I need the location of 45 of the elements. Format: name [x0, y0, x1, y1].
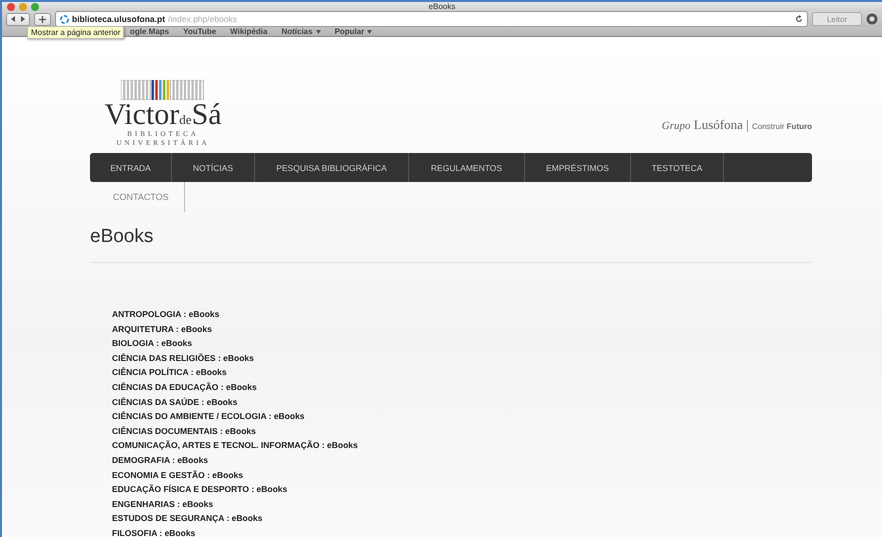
site-icon	[60, 14, 69, 24]
back-forward-button[interactable]	[6, 12, 30, 26]
category-link[interactable]: ARQUITETURA : eBooks	[112, 322, 212, 336]
address-field[interactable]: biblioteca.ulusofona.pt /index.php/ebooks	[55, 11, 808, 27]
back-forward-icon	[11, 16, 25, 22]
category-link[interactable]: CIÊNCIA POLÍTICA : eBooks	[112, 365, 227, 380]
address-path: /index.php/ebooks	[168, 14, 238, 24]
nav-link[interactable]: REGULAMENTOS	[409, 153, 525, 182]
category-link[interactable]: CIÊNCIAS DA SAÚDE : eBooks	[112, 394, 238, 410]
category-link[interactable]: BIOLOGIA : eBooks	[112, 336, 192, 351]
plus-icon	[39, 16, 46, 22]
caret-icon	[316, 30, 321, 34]
category-link[interactable]: CIÊNCIAS DO AMBIENTE / ECOLOGIA : eBooks	[112, 409, 305, 424]
nav-link[interactable]: ENTRADA	[90, 153, 172, 182]
caret-icon	[367, 30, 372, 34]
nav-link[interactable]: PESQUISA BIBLIOGRÁFICA	[255, 153, 409, 182]
bookmark-link[interactable]: YouTube	[183, 27, 216, 36]
window-title: eBooks	[428, 2, 456, 11]
bookmark-link[interactable]: Popular	[334, 27, 372, 36]
address-host: biblioteca.ulusofona.pt	[72, 14, 166, 24]
add-button[interactable]	[34, 12, 51, 26]
bookmark-link[interactable]: ogle Maps	[130, 27, 170, 36]
reload-icon[interactable]	[795, 15, 803, 23]
category-link[interactable]: EDUCAÇÃO FÍSICA E DESPORTO : eBooks	[112, 482, 288, 497]
close-icon[interactable]	[7, 2, 15, 10]
category-link[interactable]: CIÊNCIAS DOCUMENTAIS : eBooks	[112, 424, 256, 438]
category-link[interactable]: DEMOGRAFIA : eBooks	[112, 452, 208, 468]
tooltip: Mostrar a página anterior	[27, 26, 124, 39]
category-link[interactable]: ECONOMIA E GESTÃO : eBooks	[112, 468, 243, 482]
group-tagline: Grupo Lusófona | Construir Futuro	[662, 117, 812, 133]
category-link[interactable]: FILOSOFIA : eBooks	[112, 526, 196, 537]
category-link[interactable]: COMUNICAÇÃO, ARTES E TECNOL. INFORMAÇÃO : eBooks	[112, 438, 358, 453]
category-link[interactable]: CIÊNCIA DAS RELIGIÕES : eBooks	[112, 350, 254, 366]
category-link[interactable]: ENGENHARIAS : eBooks	[112, 496, 214, 512]
logo-wordmark: VictordeSá	[104, 100, 222, 130]
category-link[interactable]: CIÊNCIAS DA EDUCAÇÃO : eBooks	[112, 380, 257, 395]
category-link[interactable]: ANTROPOLOGIA : eBooks	[112, 307, 220, 322]
category-link[interactable]: ESTUDOS DE SEGURANÇA : eBooks	[112, 511, 262, 526]
bookmark-link[interactable]: Wikipédia	[230, 27, 268, 36]
nav-link[interactable]: NOTÍCIAS	[172, 153, 255, 182]
nav-link[interactable]: EMPRÉSTIMOS	[525, 153, 631, 182]
bookmark-link[interactable]: Notícias	[281, 27, 321, 36]
nav-link[interactable]: TESTOTECA	[631, 153, 724, 182]
page-title: eBooks	[90, 226, 812, 263]
download-icon[interactable]	[866, 13, 878, 25]
